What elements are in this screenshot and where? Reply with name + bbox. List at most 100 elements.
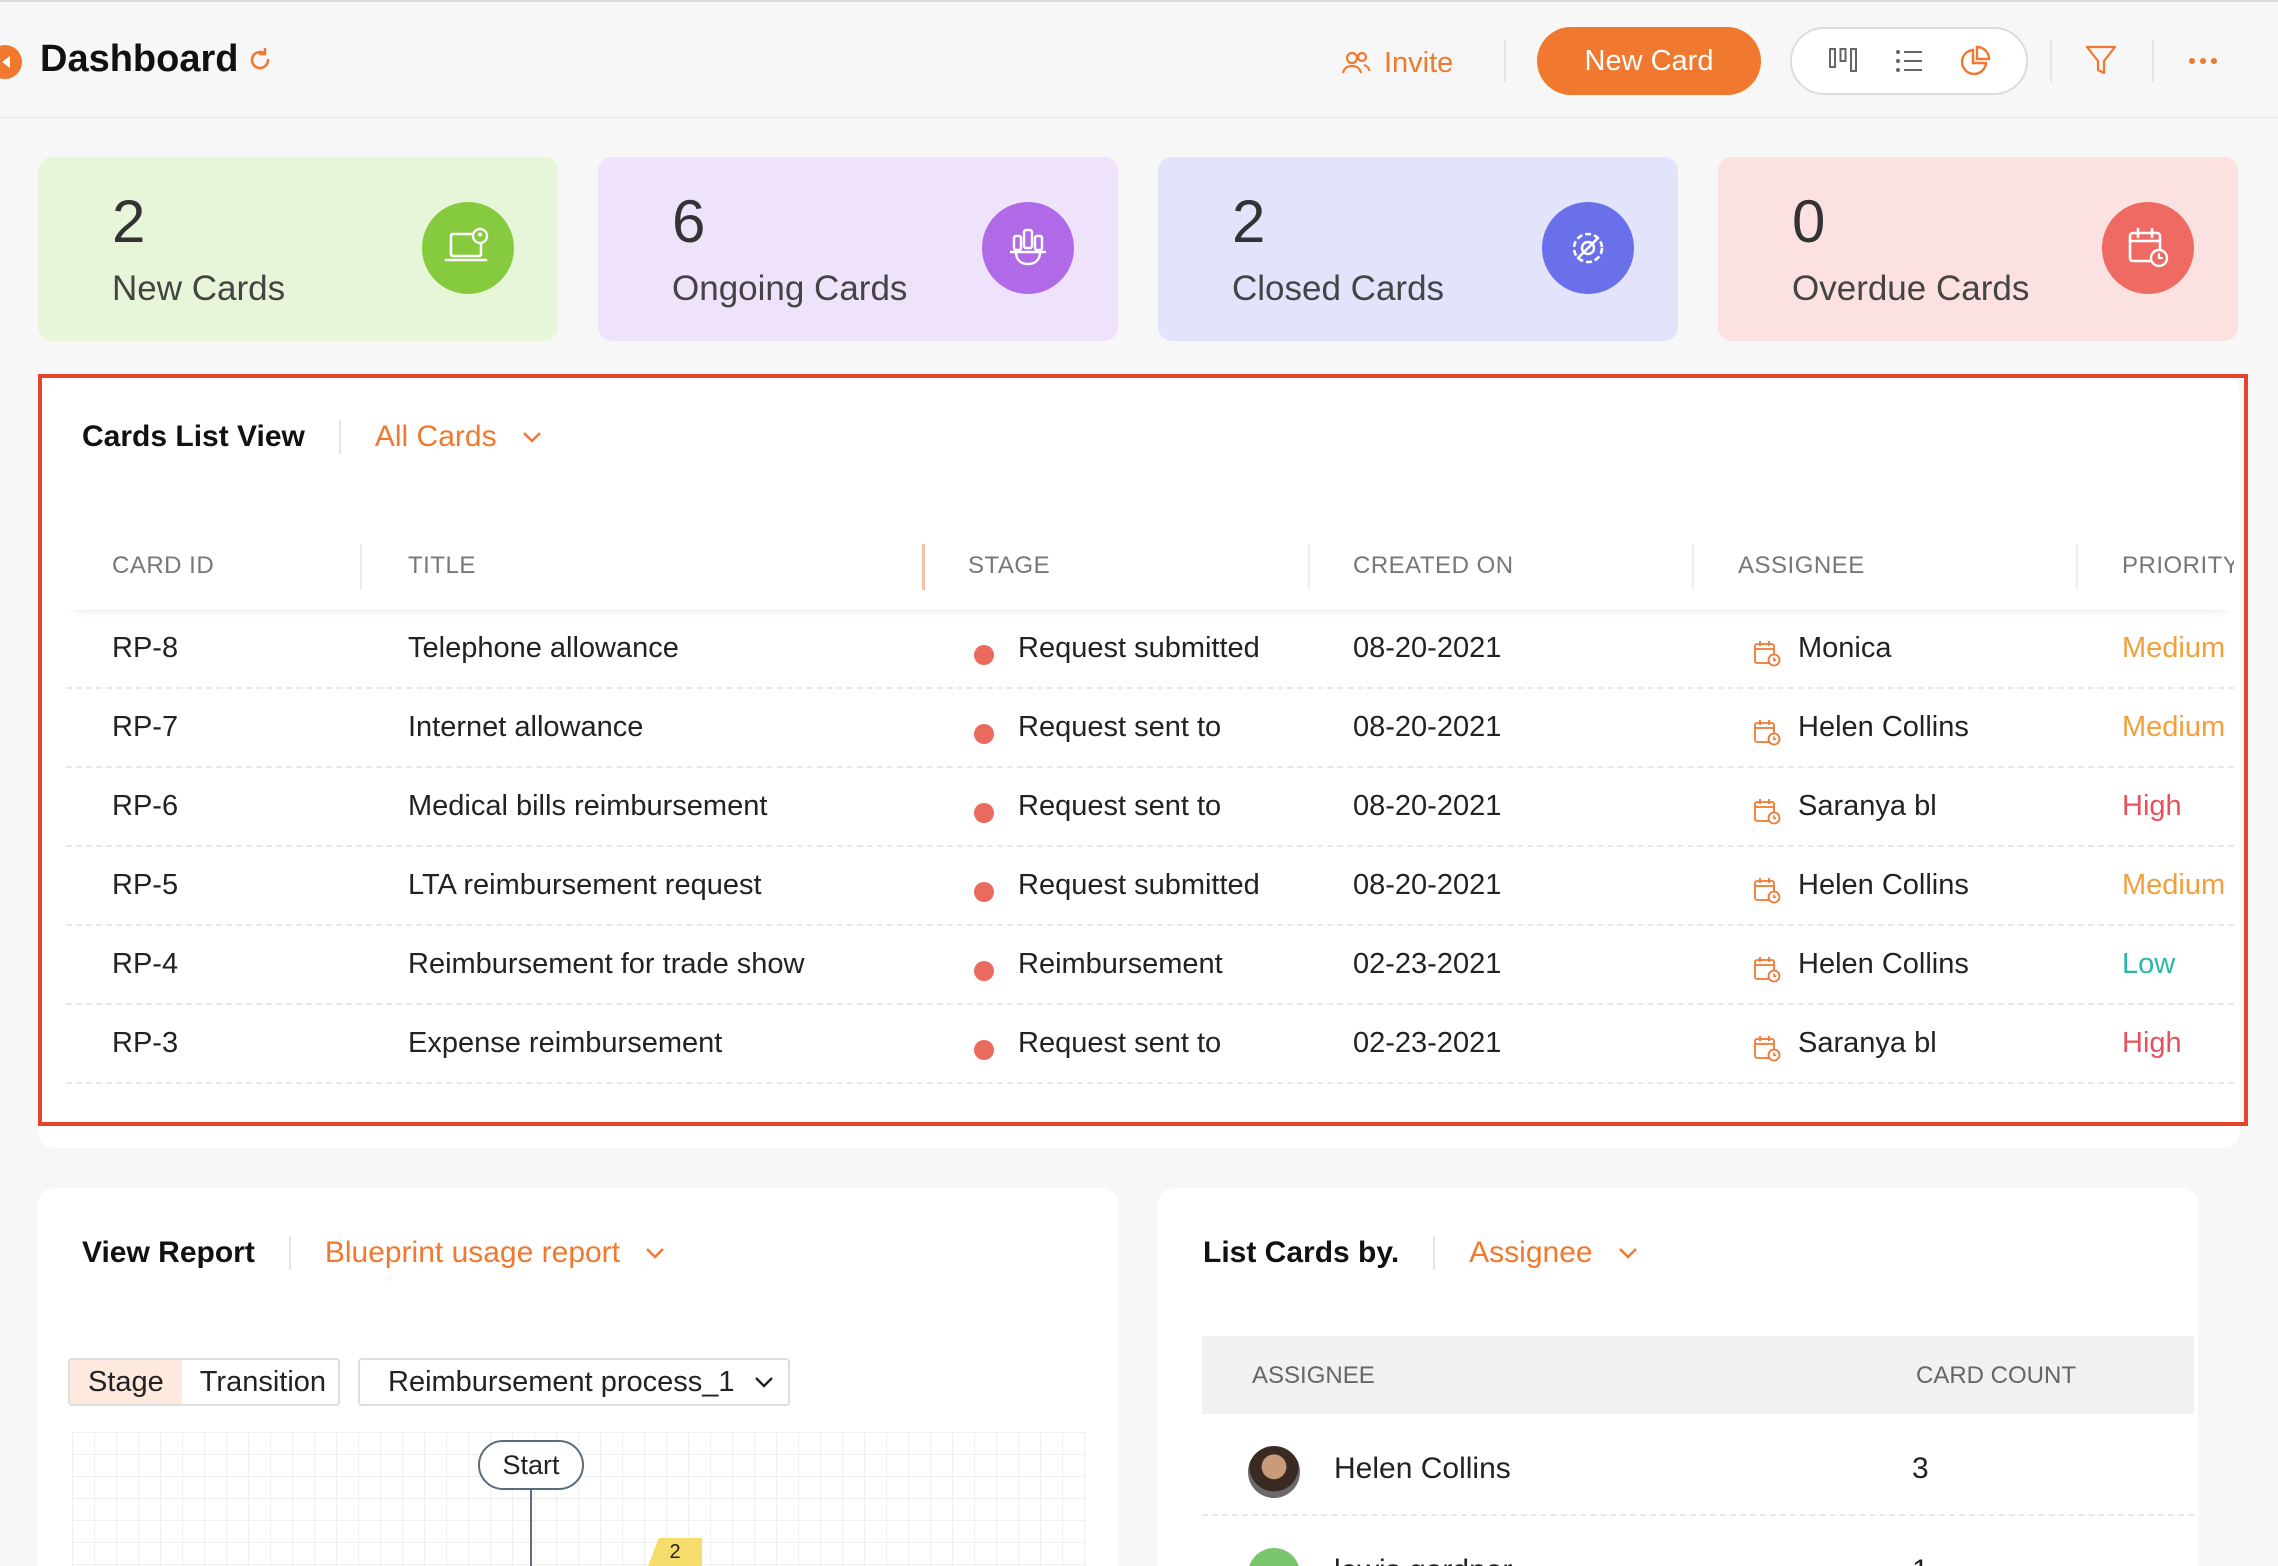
assignee-calendar-icon bbox=[1754, 1036, 1781, 1062]
chevron-down-icon bbox=[754, 1377, 773, 1388]
kanban-view-icon[interactable] bbox=[1826, 44, 1860, 78]
list-by-dropdown[interactable]: Assignee bbox=[1469, 1236, 1638, 1270]
page-title: Dashboard bbox=[40, 38, 239, 80]
users-icon bbox=[1341, 51, 1371, 74]
cell-title[interactable]: Expense reimbursement bbox=[408, 1027, 722, 1060]
col-stage[interactable]: STAGE bbox=[968, 552, 1050, 580]
table-row[interactable]: RP-6 Medical bills reimbursement Request s… bbox=[66, 768, 2234, 847]
segment-transition[interactable]: Transition bbox=[182, 1360, 344, 1404]
cell-card-id: RP-4 bbox=[112, 948, 179, 980]
cards-filter-label: All Cards bbox=[374, 420, 497, 453]
cell-assignee: Helen Collins bbox=[1798, 869, 1969, 901]
cell-priority: Low bbox=[2122, 948, 2176, 980]
cell-stage: Request submitted bbox=[1018, 869, 1260, 901]
report-header: View Report Blueprint usage report bbox=[82, 1236, 666, 1270]
stage-status-dot bbox=[974, 803, 994, 823]
cell-title[interactable]: Telephone allowance bbox=[408, 632, 679, 665]
column-divider[interactable] bbox=[360, 544, 362, 590]
cards-table: CARD ID TITLE STAGE CREATED ON ASSIGNEE … bbox=[66, 522, 2234, 1120]
assignee-calendar-icon bbox=[1754, 720, 1781, 746]
cell-title[interactable]: LTA reimbursement request bbox=[408, 869, 762, 902]
report-title: View Report bbox=[82, 1236, 255, 1269]
assignee-calendar-icon bbox=[1754, 641, 1781, 667]
table-row[interactable]: RP-3 Expense reimbursement Request sent to… bbox=[66, 1005, 2234, 1084]
chevron-down-icon bbox=[646, 1248, 664, 1259]
column-divider[interactable] bbox=[1692, 544, 1694, 590]
divider bbox=[1433, 1236, 1436, 1270]
divider bbox=[1504, 40, 1506, 82]
stat-label: Overdue Cards bbox=[1792, 269, 2030, 308]
col-created-on[interactable]: CREATED ON bbox=[1353, 552, 1514, 580]
cell-card-id: RP-8 bbox=[112, 632, 179, 664]
divider bbox=[2050, 40, 2052, 82]
table-row[interactable]: RP-8 Telephone allowance Request submitted… bbox=[66, 610, 2234, 689]
stage-status-dot bbox=[974, 724, 994, 744]
process-select[interactable]: Reimbursement process_1 bbox=[358, 1358, 790, 1406]
list-by-title: List Cards by. bbox=[1203, 1236, 1400, 1269]
cell-title[interactable]: Medical bills reimbursement bbox=[408, 790, 767, 823]
calendar-clock-icon bbox=[2128, 227, 2169, 268]
column-divider[interactable] bbox=[2076, 544, 2078, 590]
back-arrow-icon[interactable] bbox=[0, 45, 22, 79]
col-card-id[interactable]: CARD ID bbox=[112, 552, 214, 580]
cell-title[interactable]: Internet allowance bbox=[408, 711, 643, 744]
stat-card-closed[interactable]: 2 Closed Cards bbox=[1158, 157, 1678, 341]
stage-status-dot bbox=[974, 882, 994, 902]
cards-filter-dropdown[interactable]: All Cards bbox=[375, 420, 543, 454]
segment-stage[interactable]: Stage bbox=[70, 1360, 182, 1404]
more-options-icon[interactable] bbox=[2186, 46, 2220, 76]
list-view-icon[interactable] bbox=[1892, 44, 1926, 78]
assignee-card-count: 3 bbox=[1912, 1452, 1929, 1485]
divider bbox=[338, 420, 341, 454]
col-assignee[interactable]: ASSIGNEE bbox=[1738, 552, 1865, 580]
cell-priority: Medium bbox=[2122, 711, 2226, 743]
assignee-card-count: 1 bbox=[1912, 1554, 1929, 1566]
report-dropdown[interactable]: Blueprint usage report bbox=[325, 1236, 666, 1270]
table-row[interactable]: RP-5 LTA reimbursement request Request sub… bbox=[66, 847, 2234, 926]
stat-count: 0 bbox=[1792, 188, 1826, 255]
stat-label: New Cards bbox=[112, 269, 286, 308]
cell-stage: Request submitted bbox=[1018, 632, 1260, 664]
column-resize-handle[interactable] bbox=[922, 544, 925, 590]
cell-assignee: Helen Collins bbox=[1798, 948, 1969, 980]
stat-count: 6 bbox=[672, 188, 706, 255]
pie-chart-icon[interactable] bbox=[1958, 44, 1992, 78]
chevron-down-icon bbox=[1618, 1248, 1637, 1259]
settings-tools-icon bbox=[1572, 232, 1604, 264]
stat-count: 2 bbox=[112, 188, 146, 255]
cell-created-on: 08-20-2021 bbox=[1353, 711, 1502, 743]
assignee-row[interactable]: lewis gardner 1 bbox=[1202, 1516, 2194, 1566]
stat-badge bbox=[422, 202, 514, 294]
assignee-name: Helen Collins bbox=[1334, 1452, 1511, 1485]
table-row[interactable]: RP-4 Reimbursement for trade show Reimburs… bbox=[66, 926, 2234, 1005]
invite-button[interactable]: Invite bbox=[1340, 40, 1453, 86]
col-card-count[interactable]: CARD COUNT bbox=[1916, 1362, 2076, 1390]
table-row[interactable]: RP-7 Internet allowance Request sent to 08-… bbox=[66, 689, 2234, 768]
cell-created-on: 02-23-2021 bbox=[1353, 1027, 1502, 1059]
cell-assignee: Monica bbox=[1798, 632, 1892, 664]
cell-priority: High bbox=[2122, 1027, 2182, 1059]
col-title[interactable]: TITLE bbox=[408, 552, 476, 580]
cell-title[interactable]: Reimbursement for trade show bbox=[408, 948, 805, 981]
avatar bbox=[1248, 1446, 1300, 1498]
flow-connector bbox=[530, 1490, 532, 1566]
column-divider[interactable] bbox=[1308, 544, 1310, 590]
cards-list-header: Cards List View All Cards bbox=[82, 420, 543, 454]
col-assignee-name[interactable]: ASSIGNEE bbox=[1252, 1362, 1375, 1390]
stat-label: Ongoing Cards bbox=[672, 269, 908, 308]
stat-badge bbox=[2102, 202, 2194, 294]
cell-stage: Request sent to bbox=[1018, 1027, 1222, 1059]
invite-label: Invite bbox=[1384, 46, 1454, 79]
start-node[interactable]: Start bbox=[478, 1440, 584, 1490]
cell-stage: Reimbursement bbox=[1018, 948, 1223, 980]
stat-card-new[interactable]: 2 New Cards bbox=[38, 157, 558, 341]
list-by-header: List Cards by. Assignee bbox=[1203, 1236, 1639, 1270]
assignee-calendar-icon bbox=[1754, 799, 1781, 825]
assignee-row[interactable]: Helen Collins 3 bbox=[1202, 1414, 2194, 1516]
stat-card-ongoing[interactable]: 6 Ongoing Cards bbox=[598, 157, 1118, 341]
stat-card-overdue[interactable]: 0 Overdue Cards bbox=[1718, 157, 2238, 341]
refresh-icon[interactable] bbox=[246, 46, 274, 74]
filter-icon[interactable] bbox=[2084, 42, 2118, 78]
new-card-button[interactable]: New Card bbox=[1537, 27, 1761, 95]
col-priority[interactable]: PRIORITY bbox=[2122, 552, 2234, 580]
